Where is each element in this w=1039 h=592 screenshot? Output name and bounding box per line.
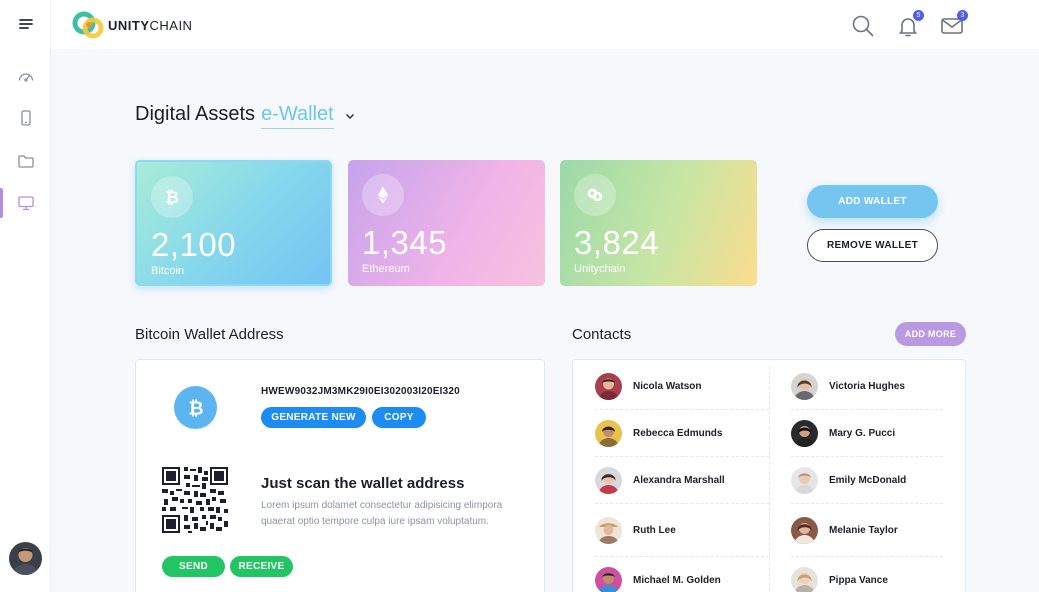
- monitor-icon: [17, 196, 34, 211]
- bitcoin-icon: ₿: [151, 176, 193, 218]
- bitcoin-icon: ₿: [174, 386, 217, 429]
- avatar: [791, 419, 818, 447]
- notifications-button[interactable]: 5: [896, 10, 924, 38]
- unitychain-icon: [574, 174, 616, 216]
- menu-icon: [18, 19, 33, 29]
- ethereum-icon: [362, 174, 404, 216]
- card-label: Unitychain: [574, 263, 626, 275]
- sidebar-item-mobile[interactable]: [0, 103, 51, 133]
- ethereum-card[interactable]: 1,345 Ethereum: [348, 160, 545, 286]
- phone-icon: [20, 110, 31, 126]
- contact-item[interactable]: Melanie Taylor: [791, 504, 943, 557]
- qr-code-icon: [162, 467, 228, 533]
- user-avatar[interactable]: [9, 542, 42, 575]
- notifications-badge: 5: [913, 10, 924, 21]
- speedometer-icon: [18, 73, 33, 82]
- avatar: [791, 516, 818, 544]
- card-value: 1,345: [362, 224, 448, 261]
- page-title-text: Digital Assets: [135, 103, 256, 125]
- brand-name: UNITYCHAIN: [108, 17, 193, 33]
- contact-item[interactable]: Emily McDonald: [791, 457, 943, 504]
- bitcoin-card[interactable]: ₿ 2,100 Bitcoin: [135, 160, 332, 286]
- contacts-section-title: Contacts: [572, 326, 632, 343]
- wallet-address[interactable]: HWEW9032JM3MK29I0EI302003I20EI320: [261, 386, 460, 397]
- contacts-panel: Nicola Watson Rebecca Edmunds Alexandra …: [572, 359, 966, 592]
- wallet-type-selector[interactable]: e-Wallet: [261, 103, 334, 129]
- messages-badge: 3: [957, 10, 968, 21]
- folder-icon: [17, 155, 34, 168]
- avatar: [595, 567, 622, 592]
- wallet-section-title: Bitcoin Wallet Address: [135, 326, 284, 343]
- remove-wallet-button[interactable]: REMOVE WALLET: [807, 229, 938, 262]
- search-icon: [852, 15, 874, 37]
- send-button[interactable]: SEND: [162, 556, 225, 577]
- top-header: UNITYCHAIN 5 3: [51, 0, 1039, 49]
- sidebar: [0, 0, 51, 592]
- card-value: 2,100: [151, 226, 237, 263]
- contact-item[interactable]: Alexandra Marshall: [595, 457, 769, 504]
- page-title: Digital Assets e-Wallet: [135, 103, 356, 129]
- card-label: Ethereum: [362, 263, 410, 275]
- contact-item[interactable]: Pippa Vance: [791, 557, 943, 592]
- svg-text:₿: ₿: [165, 188, 179, 207]
- chevron-down-icon[interactable]: [344, 110, 356, 122]
- menu-button[interactable]: [0, 9, 51, 39]
- avatar: [595, 516, 622, 544]
- wallet-panel: ₿ HWEW9032JM3MK29I0EI302003I20EI320 GENE…: [135, 359, 545, 592]
- brand-logo[interactable]: UNITYCHAIN: [72, 10, 192, 40]
- scan-title: Just scan the wallet address: [261, 475, 465, 492]
- svg-text:₿: ₿: [188, 398, 203, 418]
- add-more-button[interactable]: ADD MORE: [895, 322, 966, 346]
- avatar: [791, 466, 818, 494]
- search-button[interactable]: [851, 14, 875, 38]
- generate-new-button[interactable]: GENERATE NEW: [261, 407, 366, 428]
- messages-button[interactable]: 3: [940, 10, 968, 38]
- contact-item[interactable]: Michael M. Golden: [595, 557, 769, 592]
- scan-description: Lorem ipsum dolamet consectetur adipisic…: [261, 500, 503, 527]
- contact-item[interactable]: Nicola Watson: [595, 363, 769, 410]
- avatar: [791, 567, 818, 592]
- avatar: [595, 419, 622, 447]
- avatar-image: [9, 542, 42, 575]
- unitychain-card[interactable]: 3,824 Unitychain: [560, 160, 757, 286]
- sidebar-item-dashboard[interactable]: [0, 61, 51, 91]
- contact-item[interactable]: Ruth Lee: [595, 504, 769, 557]
- avatar: [595, 466, 622, 494]
- sidebar-item-wallet[interactable]: [0, 188, 51, 218]
- column-divider: [769, 366, 770, 592]
- copy-button[interactable]: COPY: [372, 407, 426, 428]
- add-wallet-button[interactable]: ADD WALLET: [807, 185, 938, 218]
- card-label: Bitcoin: [151, 265, 185, 277]
- receive-button[interactable]: RECEIVE: [230, 556, 293, 577]
- contact-item[interactable]: Mary G. Pucci: [791, 410, 943, 457]
- contact-item[interactable]: Victoria Hughes: [791, 363, 943, 410]
- contact-item[interactable]: Rebecca Edmunds: [595, 410, 769, 457]
- sidebar-item-files[interactable]: [0, 146, 51, 176]
- unitychain-logo-icon: [72, 11, 104, 39]
- avatar: [595, 372, 622, 400]
- card-value: 3,824: [574, 224, 660, 261]
- avatar: [791, 372, 818, 400]
